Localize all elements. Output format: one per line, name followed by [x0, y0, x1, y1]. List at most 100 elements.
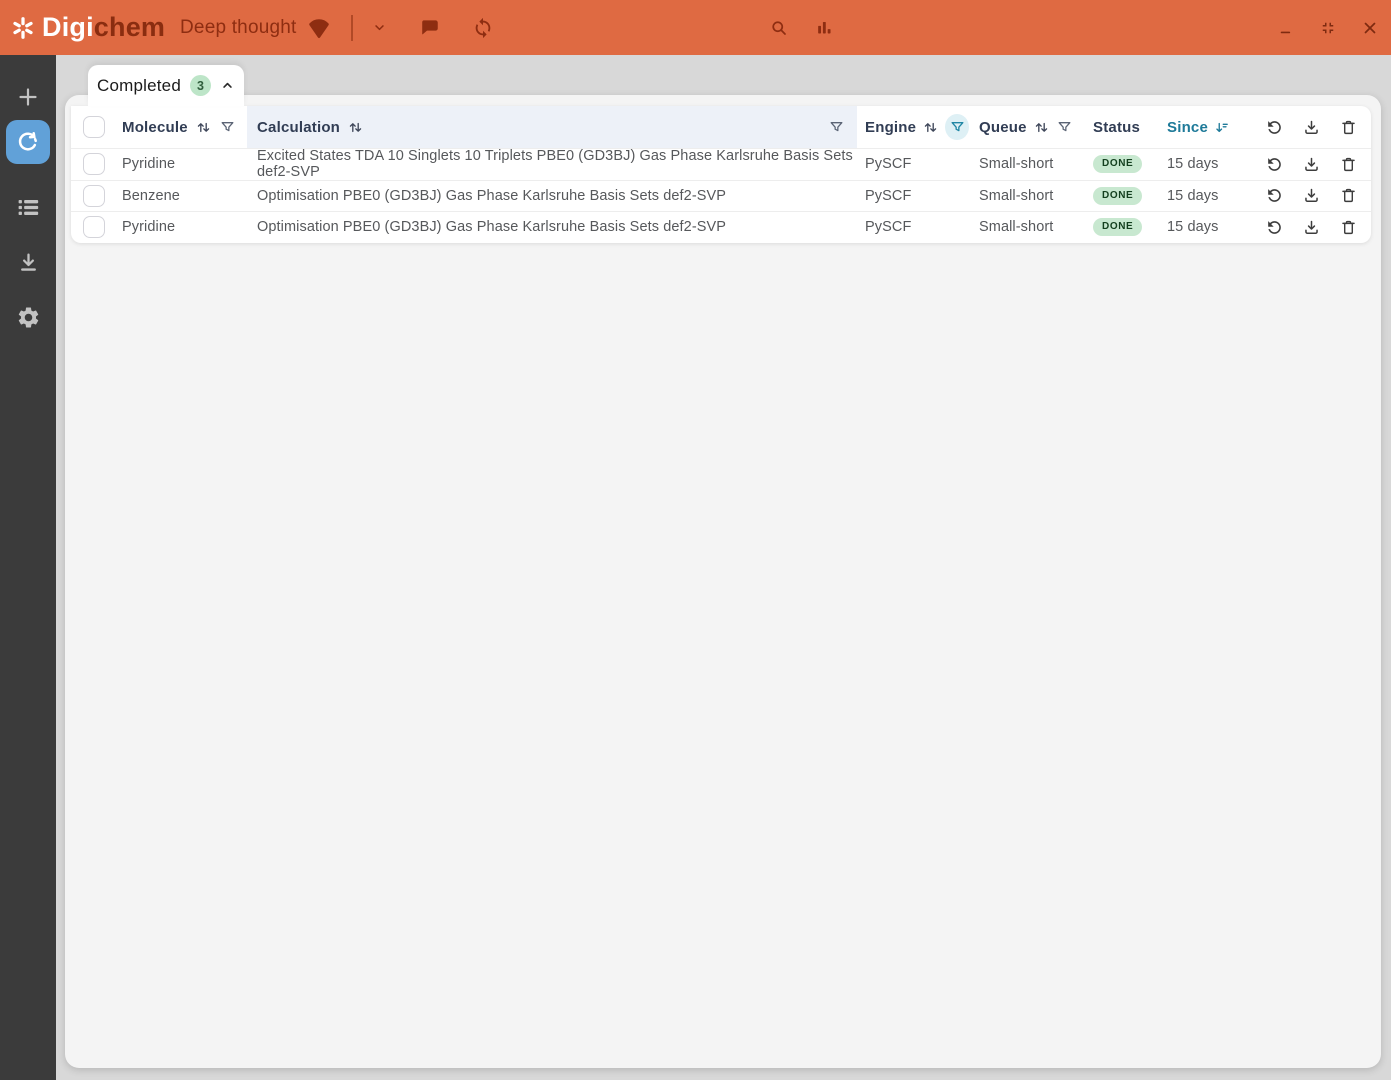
molecule-name: Benzene [122, 187, 180, 204]
sidebar-item-calculation-list[interactable] [6, 185, 50, 229]
download-button[interactable] [1302, 218, 1321, 237]
column-header-molecule: Molecule [122, 118, 188, 136]
download-icon [1302, 186, 1321, 205]
rotate-icon [1265, 186, 1284, 205]
rerun-button[interactable] [1265, 186, 1284, 205]
calculation-name: Optimisation PBE0 (GD3BJ) Gas Phase Karl… [257, 219, 727, 236]
table-row[interactable]: Pyridine Optimisation PBE0 (GD3BJ) Gas P… [71, 211, 1371, 243]
sidebar-item-settings[interactable] [6, 295, 50, 339]
calculation-name: Optimisation PBE0 (GD3BJ) Gas Phase Karl… [257, 187, 727, 204]
sort-arrows-icon [922, 119, 939, 136]
column-header-calculation: Calculation [257, 118, 341, 136]
column-header-engine: Engine [865, 118, 917, 136]
molecule-name: Pyridine [122, 156, 176, 173]
sort-queue-button[interactable] [1033, 119, 1050, 136]
sidebar [0, 55, 56, 1080]
completed-calculations-table: Molecule Calculation Engine Queue Status… [71, 106, 1371, 243]
queue-name: Small-short [979, 219, 1054, 236]
status-badge: DONE [1093, 155, 1143, 174]
rerun-button[interactable] [1265, 218, 1284, 237]
engine-name: PySCF [865, 187, 912, 204]
trash-icon [1339, 118, 1358, 137]
delete-button[interactable] [1339, 155, 1358, 174]
sidebar-item-downloads[interactable] [6, 240, 50, 284]
delete-button[interactable] [1339, 218, 1358, 237]
sort-arrows-icon [1033, 119, 1050, 136]
row-checkbox[interactable] [83, 153, 105, 176]
filter-molecule-button[interactable] [219, 119, 236, 136]
download-tray-icon [16, 250, 41, 275]
minimize-button[interactable] [1274, 15, 1299, 40]
engine-name: PySCF [865, 219, 912, 236]
app-logo-icon [10, 15, 36, 41]
funnel-active-icon [949, 119, 966, 136]
table-row[interactable]: Pyridine Excited States TDA 10 Singlets … [71, 148, 1371, 180]
molecule-name: Pyridine [122, 219, 176, 236]
statistics-button[interactable] [811, 14, 838, 41]
chevron-down-icon [372, 20, 387, 35]
sidebar-item-new[interactable] [6, 75, 50, 119]
messages-button[interactable] [414, 12, 445, 43]
engine-name: PySCF [865, 156, 912, 173]
download-icon [1302, 218, 1321, 237]
table-row[interactable]: Benzene Optimisation PBE0 (GD3BJ) Gas Ph… [71, 179, 1371, 212]
close-button[interactable] [1357, 15, 1383, 41]
close-icon [1361, 19, 1379, 37]
queue-name: Small-short [979, 187, 1054, 204]
app-title-part1: Digi [42, 12, 94, 42]
project-dropdown-button[interactable] [368, 16, 391, 39]
row-checkbox[interactable] [83, 216, 105, 239]
sort-engine-button[interactable] [922, 119, 939, 136]
rotate-icon [1265, 218, 1284, 237]
download-icon [1302, 155, 1321, 174]
sort-since-active-button[interactable] [1213, 119, 1230, 136]
compress-icon [1319, 19, 1337, 37]
gear-icon [16, 305, 41, 330]
row-checkbox[interactable] [83, 184, 105, 207]
search-icon [769, 18, 789, 38]
status-badge: DONE [1093, 186, 1143, 205]
tab-completed[interactable]: Completed 3 [88, 65, 244, 106]
trash-icon [1339, 186, 1358, 205]
filter-queue-button[interactable] [1056, 119, 1073, 136]
download-button[interactable] [1302, 186, 1321, 205]
rerun-all-button[interactable] [1265, 118, 1284, 137]
sync-icon [472, 17, 494, 39]
tab-completed-label: Completed [96, 75, 181, 95]
chat-bubble-icon [418, 16, 441, 39]
download-button[interactable] [1302, 155, 1321, 174]
search-button[interactable] [765, 14, 793, 42]
rerun-button[interactable] [1265, 155, 1284, 174]
filter-calculation-button[interactable] [828, 119, 845, 136]
sidebar-item-running-calculations[interactable] [6, 120, 50, 164]
sort-calculation-button[interactable] [347, 119, 364, 136]
refresh-all-button[interactable] [468, 13, 498, 43]
delete-all-button[interactable] [1339, 118, 1358, 137]
titlebar-divider [350, 14, 353, 41]
funnel-icon [1056, 119, 1073, 136]
progress-circle-icon [15, 129, 41, 155]
chevron-up-icon [220, 78, 235, 93]
since-value: 15 days [1167, 187, 1219, 204]
download-all-button[interactable] [1302, 118, 1321, 137]
sort-descending-icon [1213, 119, 1230, 136]
titlebar: Digichem Deep thought [0, 0, 1391, 55]
tab-completed-count-badge: 3 [190, 75, 211, 96]
rotate-icon [1265, 155, 1284, 174]
calculation-name: Excited States TDA 10 Singlets 10 Triple… [257, 148, 853, 181]
rotate-icon [1265, 118, 1284, 137]
filter-engine-active[interactable] [945, 114, 969, 140]
select-all-checkbox[interactable] [83, 116, 105, 138]
since-value: 15 days [1167, 219, 1219, 236]
delete-button[interactable] [1339, 186, 1358, 205]
bar-chart-icon [815, 18, 834, 37]
table-header-row: Molecule Calculation Engine Queue Status… [71, 106, 1371, 148]
app-brand: Digichem [10, 0, 165, 55]
status-badge: DONE [1093, 218, 1143, 237]
project-name: Deep thought [180, 16, 297, 38]
sort-arrows-icon [195, 119, 212, 136]
sort-arrows-icon [347, 119, 364, 136]
restore-window-button[interactable] [1315, 15, 1341, 41]
column-header-status: Status [1093, 118, 1141, 136]
sort-molecule-button[interactable] [195, 119, 212, 136]
